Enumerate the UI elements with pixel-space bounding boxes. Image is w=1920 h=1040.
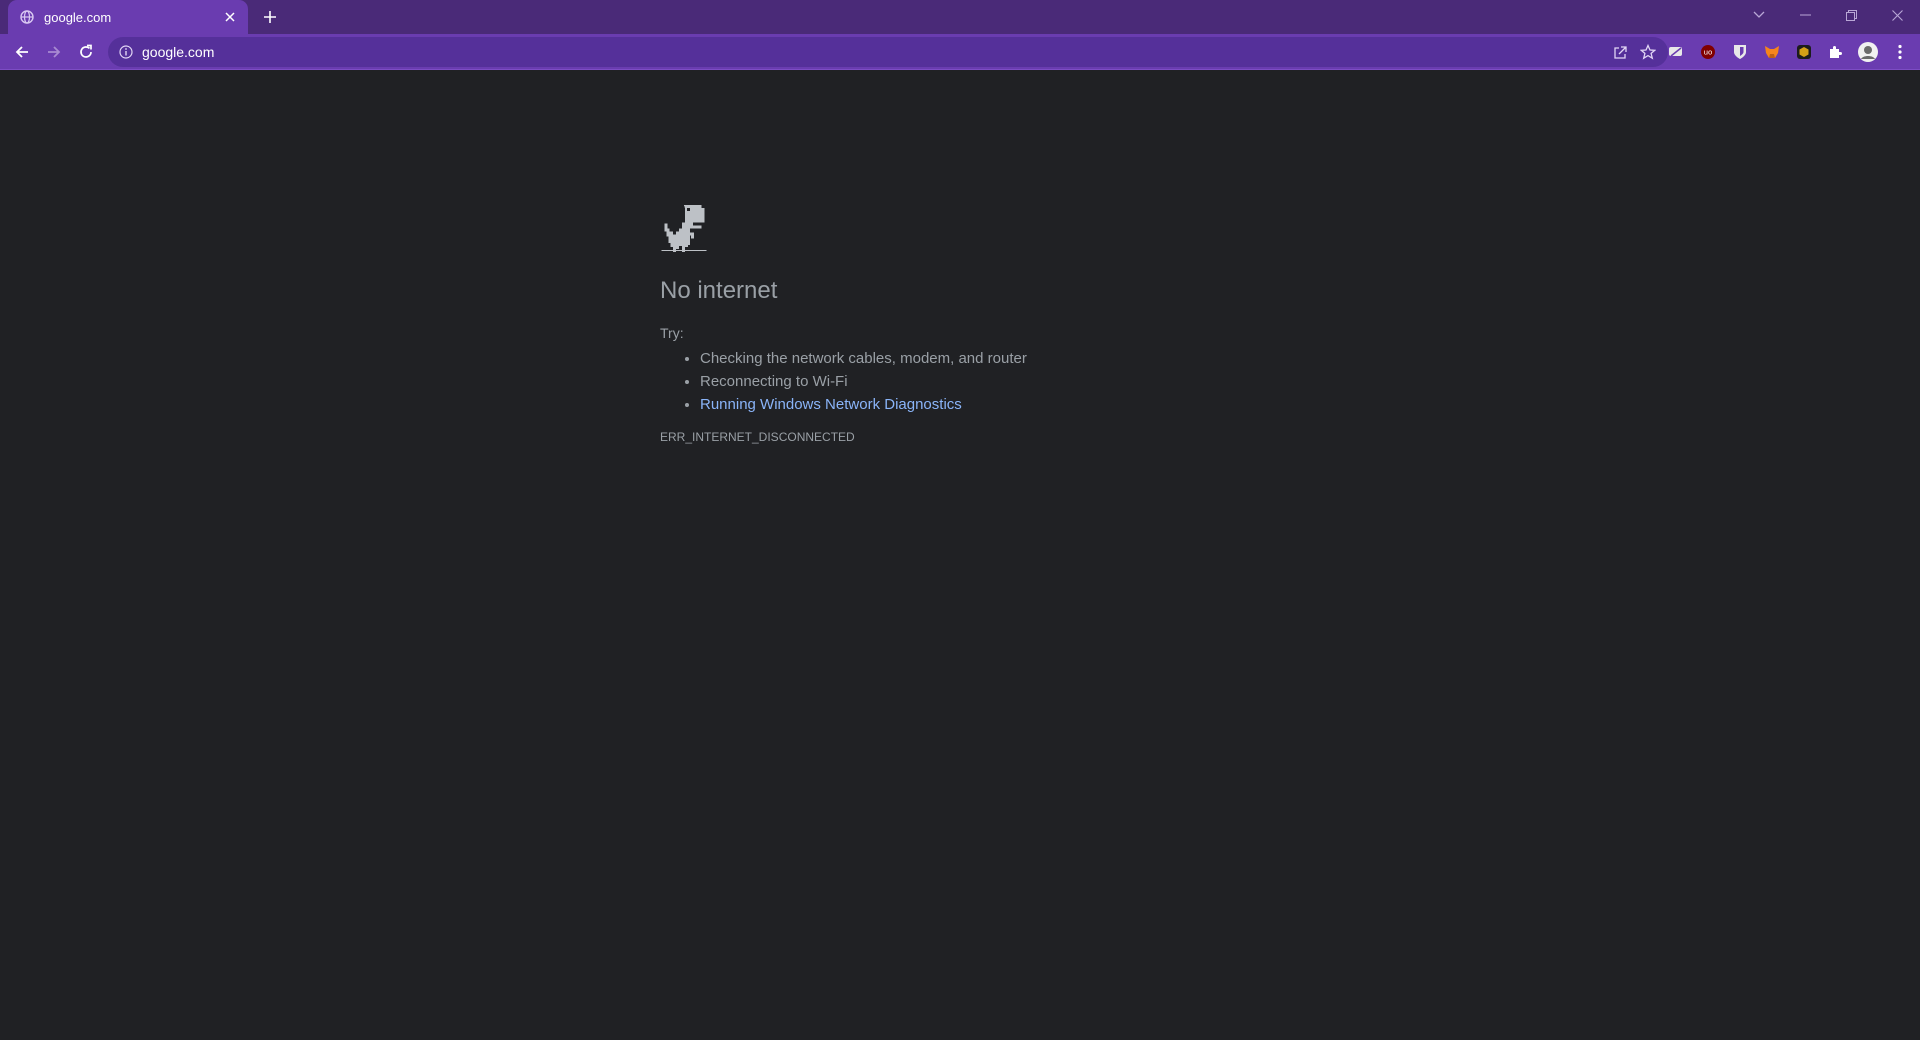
suggestion-list: Checking the network cables, modem, and …: [700, 347, 1280, 416]
metamask-icon[interactable]: [1756, 38, 1788, 66]
minimize-icon: [1799, 14, 1811, 16]
restore-icon: [1845, 9, 1857, 21]
error-code: ERR_INTERNET_DISCONNECTED: [660, 430, 855, 444]
tab-google[interactable]: google.com: [8, 0, 248, 34]
dino-icon: [660, 205, 708, 253]
address-input[interactable]: [142, 44, 1606, 60]
ublock-icon[interactable]: uo: [1692, 38, 1724, 66]
puzzle-icon[interactable]: [1820, 38, 1852, 66]
back-arrow-icon: [15, 46, 28, 58]
tab-strip: google.com: [0, 0, 1920, 34]
bitwarden-icon[interactable]: [1724, 38, 1756, 66]
globe-icon: [20, 10, 34, 24]
restore-button[interactable]: [1828, 0, 1874, 30]
minimize-button[interactable]: [1782, 0, 1828, 30]
forward-button[interactable]: [40, 38, 68, 66]
close-window-button[interactable]: [1874, 0, 1920, 30]
list-item: Running Windows Network Diagnostics: [700, 393, 1280, 416]
new-tab-button[interactable]: [258, 5, 282, 29]
svg-text:uo: uo: [1704, 49, 1713, 57]
chevron-down-icon: [1753, 11, 1765, 18]
plus-icon: [264, 11, 276, 23]
back-button[interactable]: [8, 38, 36, 66]
avatar[interactable]: [1852, 38, 1884, 66]
info-icon[interactable]: [118, 44, 134, 60]
error-page: No internet Try: Checking the network ca…: [660, 205, 1280, 444]
extensions-area: uo: [1660, 38, 1916, 66]
star-icon: [1640, 44, 1656, 60]
bookmark-button[interactable]: [1634, 38, 1662, 66]
reload-icon: [80, 44, 92, 58]
menu-button[interactable]: [1884, 38, 1916, 66]
window-controls: [1736, 0, 1920, 30]
stack-extension-icon[interactable]: [1660, 38, 1692, 66]
forward-arrow-icon: [48, 46, 61, 58]
close-icon[interactable]: [220, 7, 240, 27]
share-button[interactable]: [1606, 38, 1634, 66]
toolbar: uo: [0, 34, 1920, 70]
list-item: Checking the network cables, modem, and …: [700, 347, 1280, 370]
close-icon: [1891, 9, 1903, 21]
page-title: No internet: [660, 277, 778, 304]
network-diagnostics-link[interactable]: Running Windows Network Diagnostics: [700, 396, 962, 413]
tab-title: google.com: [44, 9, 112, 25]
kebab-menu-icon: [1898, 44, 1902, 60]
try-label: Try:: [660, 325, 684, 341]
address-bar[interactable]: [108, 37, 1668, 67]
reload-button[interactable]: [72, 38, 100, 66]
list-item: Reconnecting to Wi-Fi: [700, 370, 1280, 393]
package-extension-icon[interactable]: [1788, 38, 1820, 66]
tab-search-button[interactable]: [1736, 0, 1782, 30]
share-icon: [1613, 45, 1627, 59]
